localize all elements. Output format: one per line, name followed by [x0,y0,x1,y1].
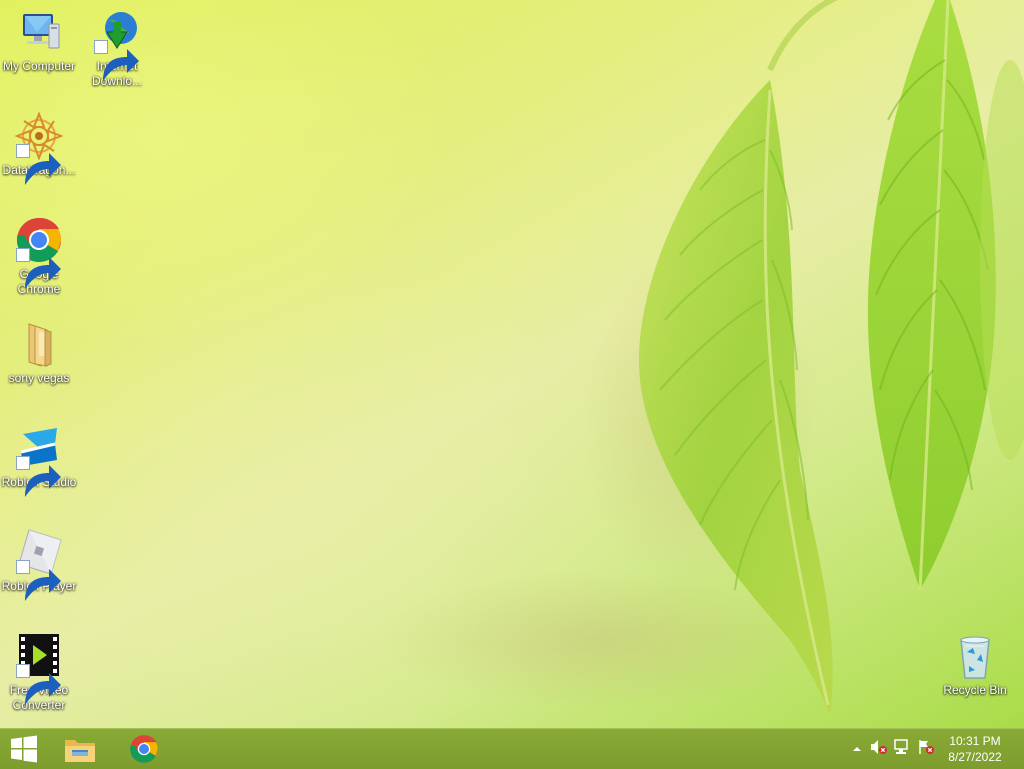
desktop-icon-roblox-player[interactable]: Roblox Player [0,528,78,601]
shortcut-arrow-icon [94,40,139,81]
desktop-icon-recycle-bin[interactable]: Recycle Bin [936,632,1014,698]
show-hidden-icons-chevron-icon[interactable] [848,740,866,758]
action-center-flag-icon[interactable] [914,739,938,760]
desktop-icon-roblox-studio[interactable]: Roblox Studio [0,424,78,497]
wallpaper [380,0,1024,715]
chrome-icon [130,735,158,763]
desktop-icon-sony-vegas-folder[interactable]: sony vegas [0,320,78,386]
film-play-icon [15,632,63,705]
volume-muted-icon[interactable] [866,739,890,760]
desktop-icon-datawagon[interactable]: DataWagon... [0,112,78,185]
datawagon-icon [15,112,63,185]
desktop-icon-internet-download-manager[interactable]: Internet Downlo... [78,8,156,89]
shortcut-arrow-icon [16,248,61,289]
taskbar-chrome-button[interactable] [120,729,168,769]
recycle-bin-icon [951,632,999,680]
taskbar: 10:31 PM 8/27/2022 [0,728,1024,769]
taskbar-clock[interactable]: 10:31 PM 8/27/2022 [940,733,1010,765]
clock-date: 8/27/2022 [948,750,1002,764]
file-explorer-icon [65,740,95,762]
taskbar-file-explorer-button[interactable] [56,729,104,769]
internet-download-manager-icon [93,8,141,81]
system-tray [848,729,938,769]
windows-logo-icon [11,735,37,763]
shortcut-arrow-icon [16,560,61,601]
folder-icon [15,320,63,368]
start-button[interactable] [0,729,48,769]
network-icon[interactable] [890,738,914,760]
chrome-icon [15,216,63,289]
clock-time: 10:31 PM [949,734,1001,748]
roblox-studio-icon [15,424,63,497]
desktop-icon-label: sony vegas [8,371,70,385]
desktop-icon-label: My Computer [2,59,76,73]
shortcut-arrow-icon [16,456,61,497]
shortcut-arrow-icon [16,664,61,705]
desktop-icon-free-video-converter[interactable]: Free Video Converter [0,632,78,713]
desktop[interactable]: My Computer Internet Downlo... [0,0,1024,728]
computer-icon [15,8,63,56]
shortcut-arrow-icon [16,144,61,185]
desktop-icon-label: Recycle Bin [943,683,1007,697]
desktop-icon-google-chrome[interactable]: Google Chrome [0,216,78,297]
roblox-player-icon [15,528,63,601]
desktop-icon-my-computer[interactable]: My Computer [0,8,78,74]
